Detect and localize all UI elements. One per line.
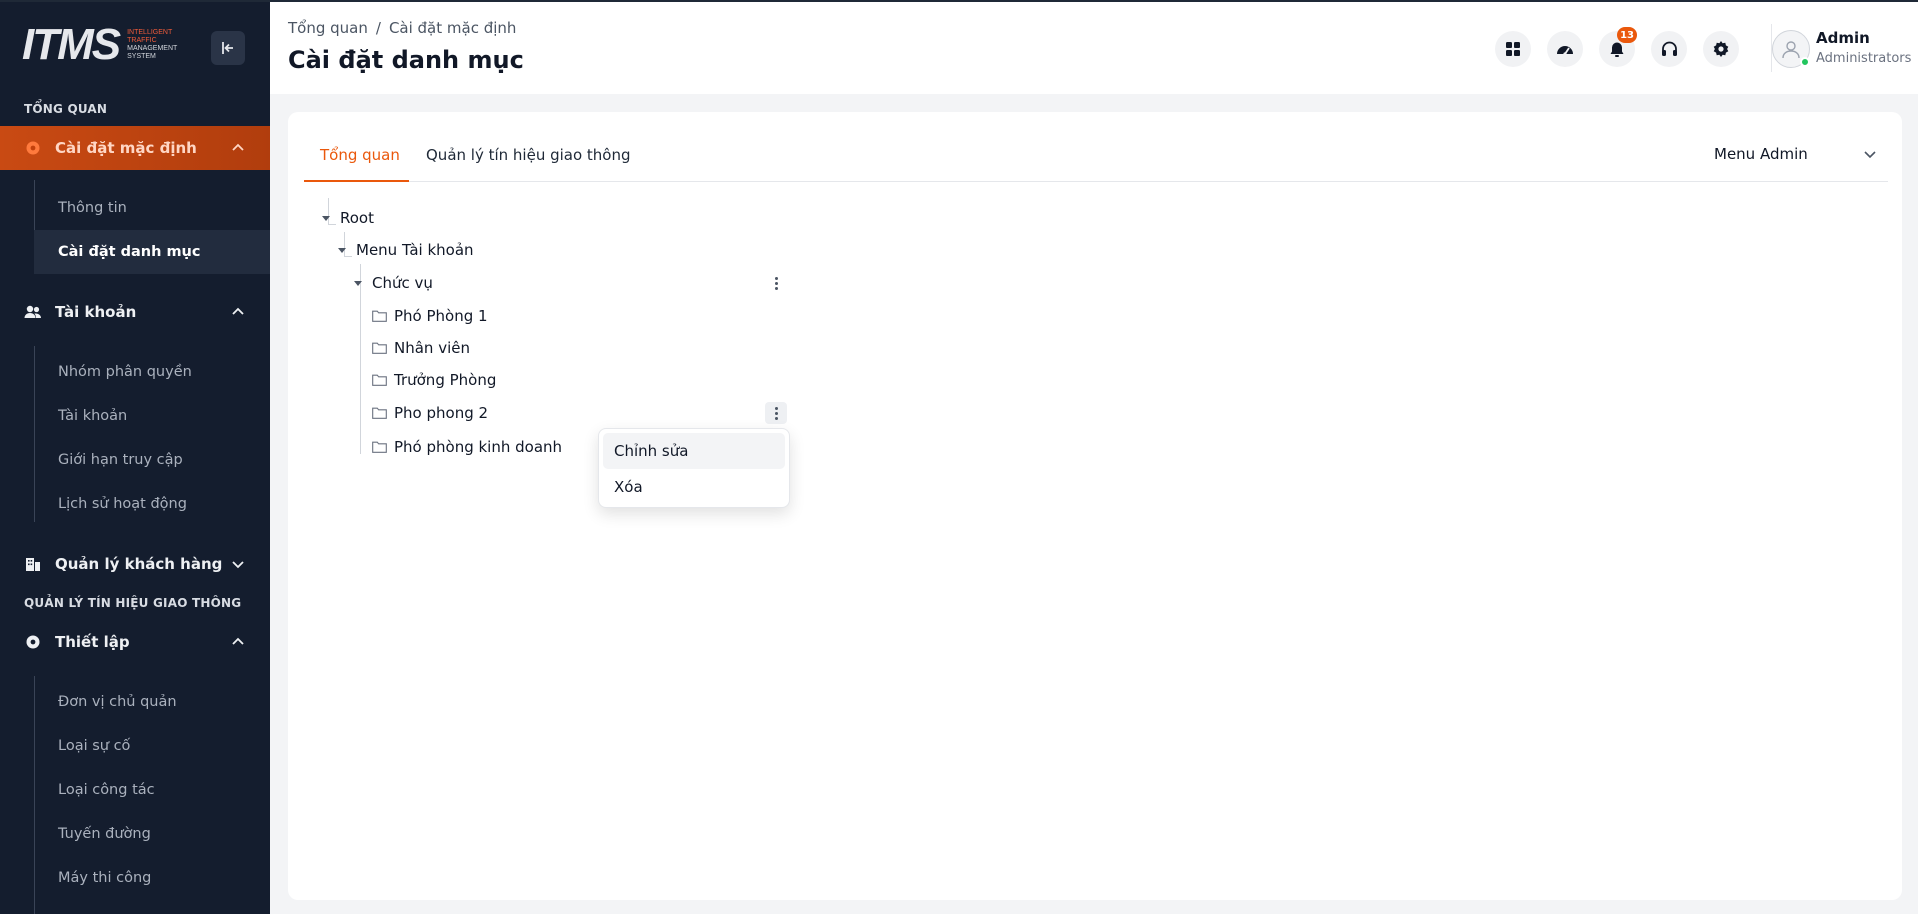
collapse-left-icon xyxy=(222,42,233,54)
tree-node-root[interactable]: Root xyxy=(322,206,374,230)
sidebar-group-default-settings[interactable]: Cài đặt mặc định xyxy=(0,126,270,170)
sidebar-item-activity-history[interactable]: Lịch sử hoạt động xyxy=(34,482,270,526)
content-card: Tổng quan Quản lý tín hiệu giao thông Me… xyxy=(288,112,1902,900)
tree-leaf[interactable]: Trưởng Phòng xyxy=(372,368,496,392)
notifications-button[interactable]: 13 xyxy=(1599,27,1637,67)
page-title: Cài đặt danh mục xyxy=(288,46,524,74)
context-menu-edit[interactable]: Chỉnh sửa xyxy=(603,433,785,469)
breadcrumb: Tổng quan / Cài đặt mặc định xyxy=(288,19,516,37)
tree-leaf[interactable]: Nhân viên xyxy=(372,336,470,360)
dashboard-button[interactable] xyxy=(1547,31,1583,67)
tree-leaf[interactable]: Phó phòng kinh doanh xyxy=(372,435,562,459)
sidebar-group-customers[interactable]: Quản lý khách hàng xyxy=(0,542,270,586)
building-icon xyxy=(24,555,42,573)
sidebar-item-routes[interactable]: Tuyến đường xyxy=(34,812,270,856)
chevron-down-icon xyxy=(1864,151,1876,159)
logo-row: ITMS INTELLIGENT TRAFFIC MANAGEMENT SYST… xyxy=(0,2,270,92)
folder-icon xyxy=(372,310,387,322)
speedometer-icon xyxy=(1557,46,1573,56)
users-icon xyxy=(24,303,42,321)
menu-select-value: Menu Admin xyxy=(1714,145,1808,163)
avatar[interactable] xyxy=(1772,30,1810,68)
logo-mark: ITMS xyxy=(22,20,121,69)
sidebar: ITMS INTELLIGENT TRAFFIC MANAGEMENT SYST… xyxy=(0,2,270,914)
context-menu-delete[interactable]: Xóa xyxy=(603,469,785,505)
breadcrumb-default-settings[interactable]: Cài đặt mặc định xyxy=(389,19,517,37)
grid-icon xyxy=(1506,42,1520,56)
sidebar-item-permission-groups[interactable]: Nhóm phân quyền xyxy=(34,350,270,394)
user-name[interactable]: Admin xyxy=(1816,29,1870,47)
user-role: Administrators xyxy=(1816,51,1912,66)
folder-icon xyxy=(372,407,387,419)
menu-select[interactable]: Menu Admin xyxy=(1704,134,1888,174)
tree-node-positions[interactable]: Chức vụ xyxy=(354,271,433,295)
sidebar-group-setup[interactable]: Thiết lập xyxy=(0,620,270,664)
folder-icon xyxy=(372,374,387,386)
section-title-traffic: QUẢN LÝ TÍN HIỆU GIAO THÔNG xyxy=(24,596,242,610)
breadcrumb-separator: / xyxy=(375,19,381,37)
top-header: Tổng quan / Cài đặt mặc định Cài đặt dan… xyxy=(270,2,1918,94)
sidebar-item-accounts[interactable]: Tài khoản xyxy=(34,394,270,438)
headset-icon xyxy=(1661,41,1677,56)
chevron-down-icon xyxy=(232,561,244,569)
breadcrumb-overview[interactable]: Tổng quan xyxy=(288,19,368,37)
sidebar-group-accounts[interactable]: Tài khoản xyxy=(0,290,270,334)
sidebar-item-managing-units[interactable]: Đơn vị chủ quản xyxy=(34,680,270,724)
sidebar-item-work-types[interactable]: Loại công tác xyxy=(34,768,270,812)
logo[interactable]: ITMS INTELLIGENT TRAFFIC MANAGEMENT SYST… xyxy=(22,22,187,68)
tree-leaf[interactable]: Phó Phòng 1 xyxy=(372,304,488,328)
tree-node-label: Menu Tài khoản xyxy=(356,241,474,259)
gear-icon xyxy=(1713,41,1729,57)
caret-down-icon xyxy=(322,215,330,221)
sidebar-item-info[interactable]: Thông tin xyxy=(34,186,270,230)
sidebar-group-label: Cài đặt mặc định xyxy=(55,139,197,157)
tree-node-label: Nhân viên xyxy=(394,339,470,357)
tree-leaf[interactable]: Pho phong 2 xyxy=(372,401,488,425)
tree-node-label: Pho phong 2 xyxy=(394,404,489,422)
online-status-dot xyxy=(1800,57,1810,67)
chevron-up-icon xyxy=(232,637,244,645)
settings-button[interactable] xyxy=(1703,31,1739,67)
apps-button[interactable] xyxy=(1495,31,1531,67)
tree-node-account-menu[interactable]: Menu Tài khoản xyxy=(338,238,474,262)
section-title-overview: TỔNG QUAN xyxy=(24,102,108,116)
sidebar-group-label: Thiết lập xyxy=(55,633,130,651)
folder-icon xyxy=(372,441,387,453)
gear-icon xyxy=(24,633,42,651)
support-button[interactable] xyxy=(1651,31,1687,67)
chevron-up-icon xyxy=(232,307,244,315)
more-options-icon[interactable] xyxy=(765,272,787,294)
sidebar-item-incident-types[interactable]: Loại sự cố xyxy=(34,724,270,768)
caret-down-icon xyxy=(354,280,362,286)
sidebar-group-label: Quản lý khách hàng xyxy=(55,555,223,573)
logo-subtitle: INTELLIGENT TRAFFIC MANAGEMENT SYSTEM xyxy=(127,29,187,61)
collapse-sidebar-button[interactable] xyxy=(211,31,245,65)
notification-badge: 13 xyxy=(1617,27,1637,43)
user-icon xyxy=(1782,41,1800,59)
sidebar-item-access-limits[interactable]: Giới hạn truy cập xyxy=(34,438,270,482)
bell-icon xyxy=(1610,42,1624,57)
caret-down-icon xyxy=(338,247,346,253)
sidebar-group-label: Tài khoản xyxy=(55,303,137,321)
logo-subtitle-red: INTELLIGENT TRAFFIC xyxy=(127,29,173,44)
tree-node-label: Phó Phòng 1 xyxy=(394,307,488,325)
folder-icon xyxy=(372,342,387,354)
sidebar-item-category-settings[interactable]: Cài đặt danh mục xyxy=(34,230,270,274)
tree-node-label: Root xyxy=(340,209,374,227)
tree-node-label: Trưởng Phòng xyxy=(394,371,497,389)
context-menu: Chỉnh sửa Xóa xyxy=(598,428,790,508)
logo-subtitle-rest: MANAGEMENT SYSTEM xyxy=(127,45,178,60)
tree-node-label: Chức vụ xyxy=(372,274,433,292)
chevron-up-icon xyxy=(232,143,244,151)
sidebar-item-construction-machines[interactable]: Máy thi công xyxy=(34,856,270,900)
tree-node-label: Phó phòng kinh doanh xyxy=(394,438,563,456)
more-options-icon[interactable] xyxy=(765,402,787,424)
gear-icon xyxy=(24,139,42,157)
